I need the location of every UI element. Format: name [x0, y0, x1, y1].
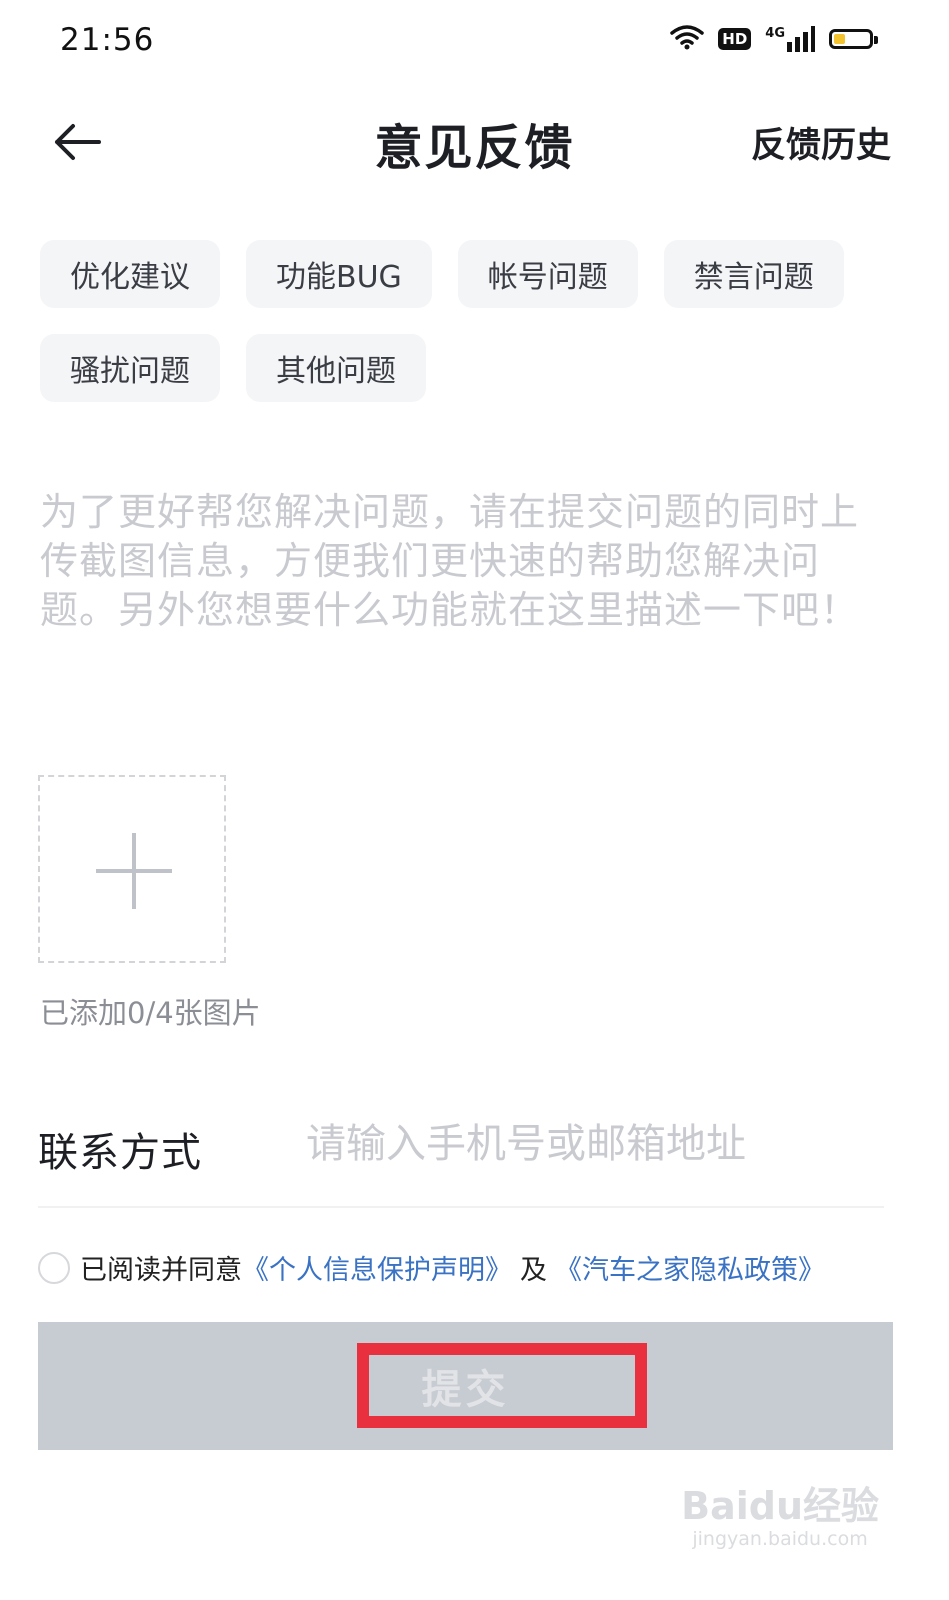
agreement-radio[interactable]: [38, 1251, 70, 1284]
battery-fill: [834, 34, 846, 44]
watermark-url: jingyan.baidu.com: [692, 1528, 868, 1550]
tag-other[interactable]: 其他问题: [246, 334, 426, 402]
hd-badge: HD: [718, 28, 752, 50]
image-count-text: 已添加0/4张图片: [40, 996, 261, 1030]
privacy-statement-link[interactable]: 《个人信息保护声明》: [242, 1248, 512, 1287]
network-type: 4G: [765, 26, 785, 41]
watermark-logo: Baidu经验: [681, 1484, 879, 1528]
contact-label: 联系方式: [38, 1130, 202, 1176]
status-time: 21:56: [60, 22, 155, 58]
tag-harassment[interactable]: 骚扰问题: [40, 334, 220, 402]
contact-input[interactable]: [306, 1112, 866, 1176]
tag-optimization[interactable]: 优化建议: [40, 240, 220, 308]
status-icons: HD 4G: [670, 24, 878, 54]
agreement-and: 及: [520, 1255, 547, 1286]
agreement-row: 已阅读并同意 《个人信息保护声明》 及 《汽车之家隐私政策》: [38, 1248, 825, 1287]
agreement-prefix: 已阅读并同意: [80, 1255, 242, 1286]
baidu-watermark: Baidu经验 jingyan.baidu.com: [681, 1475, 879, 1550]
add-image-button[interactable]: [38, 775, 226, 963]
tag-account[interactable]: 帐号问题: [457, 240, 638, 308]
wifi-icon: [670, 24, 705, 54]
description-textarea[interactable]: 为了更好帮您解决问题，请在提交问题的同时上传截图信息，方便我们更快速的帮助您解决…: [40, 488, 880, 718]
battery-icon: [829, 29, 878, 49]
category-tags: 优化建议 功能BUG 帐号问题 禁言问题 骚扰问题 其他问题: [40, 240, 860, 402]
divider: [38, 1206, 884, 1208]
tag-bug[interactable]: 功能BUG: [246, 240, 432, 308]
privacy-policy-link[interactable]: 《汽车之家隐私政策》: [555, 1248, 825, 1287]
submit-label: 提交: [421, 1367, 510, 1413]
signal-icon: 4G: [765, 26, 815, 52]
feedback-history-link[interactable]: 反馈历史: [751, 117, 891, 168]
submit-button[interactable]: 提交: [38, 1322, 893, 1450]
tag-mute[interactable]: 禁言问题: [663, 240, 844, 308]
